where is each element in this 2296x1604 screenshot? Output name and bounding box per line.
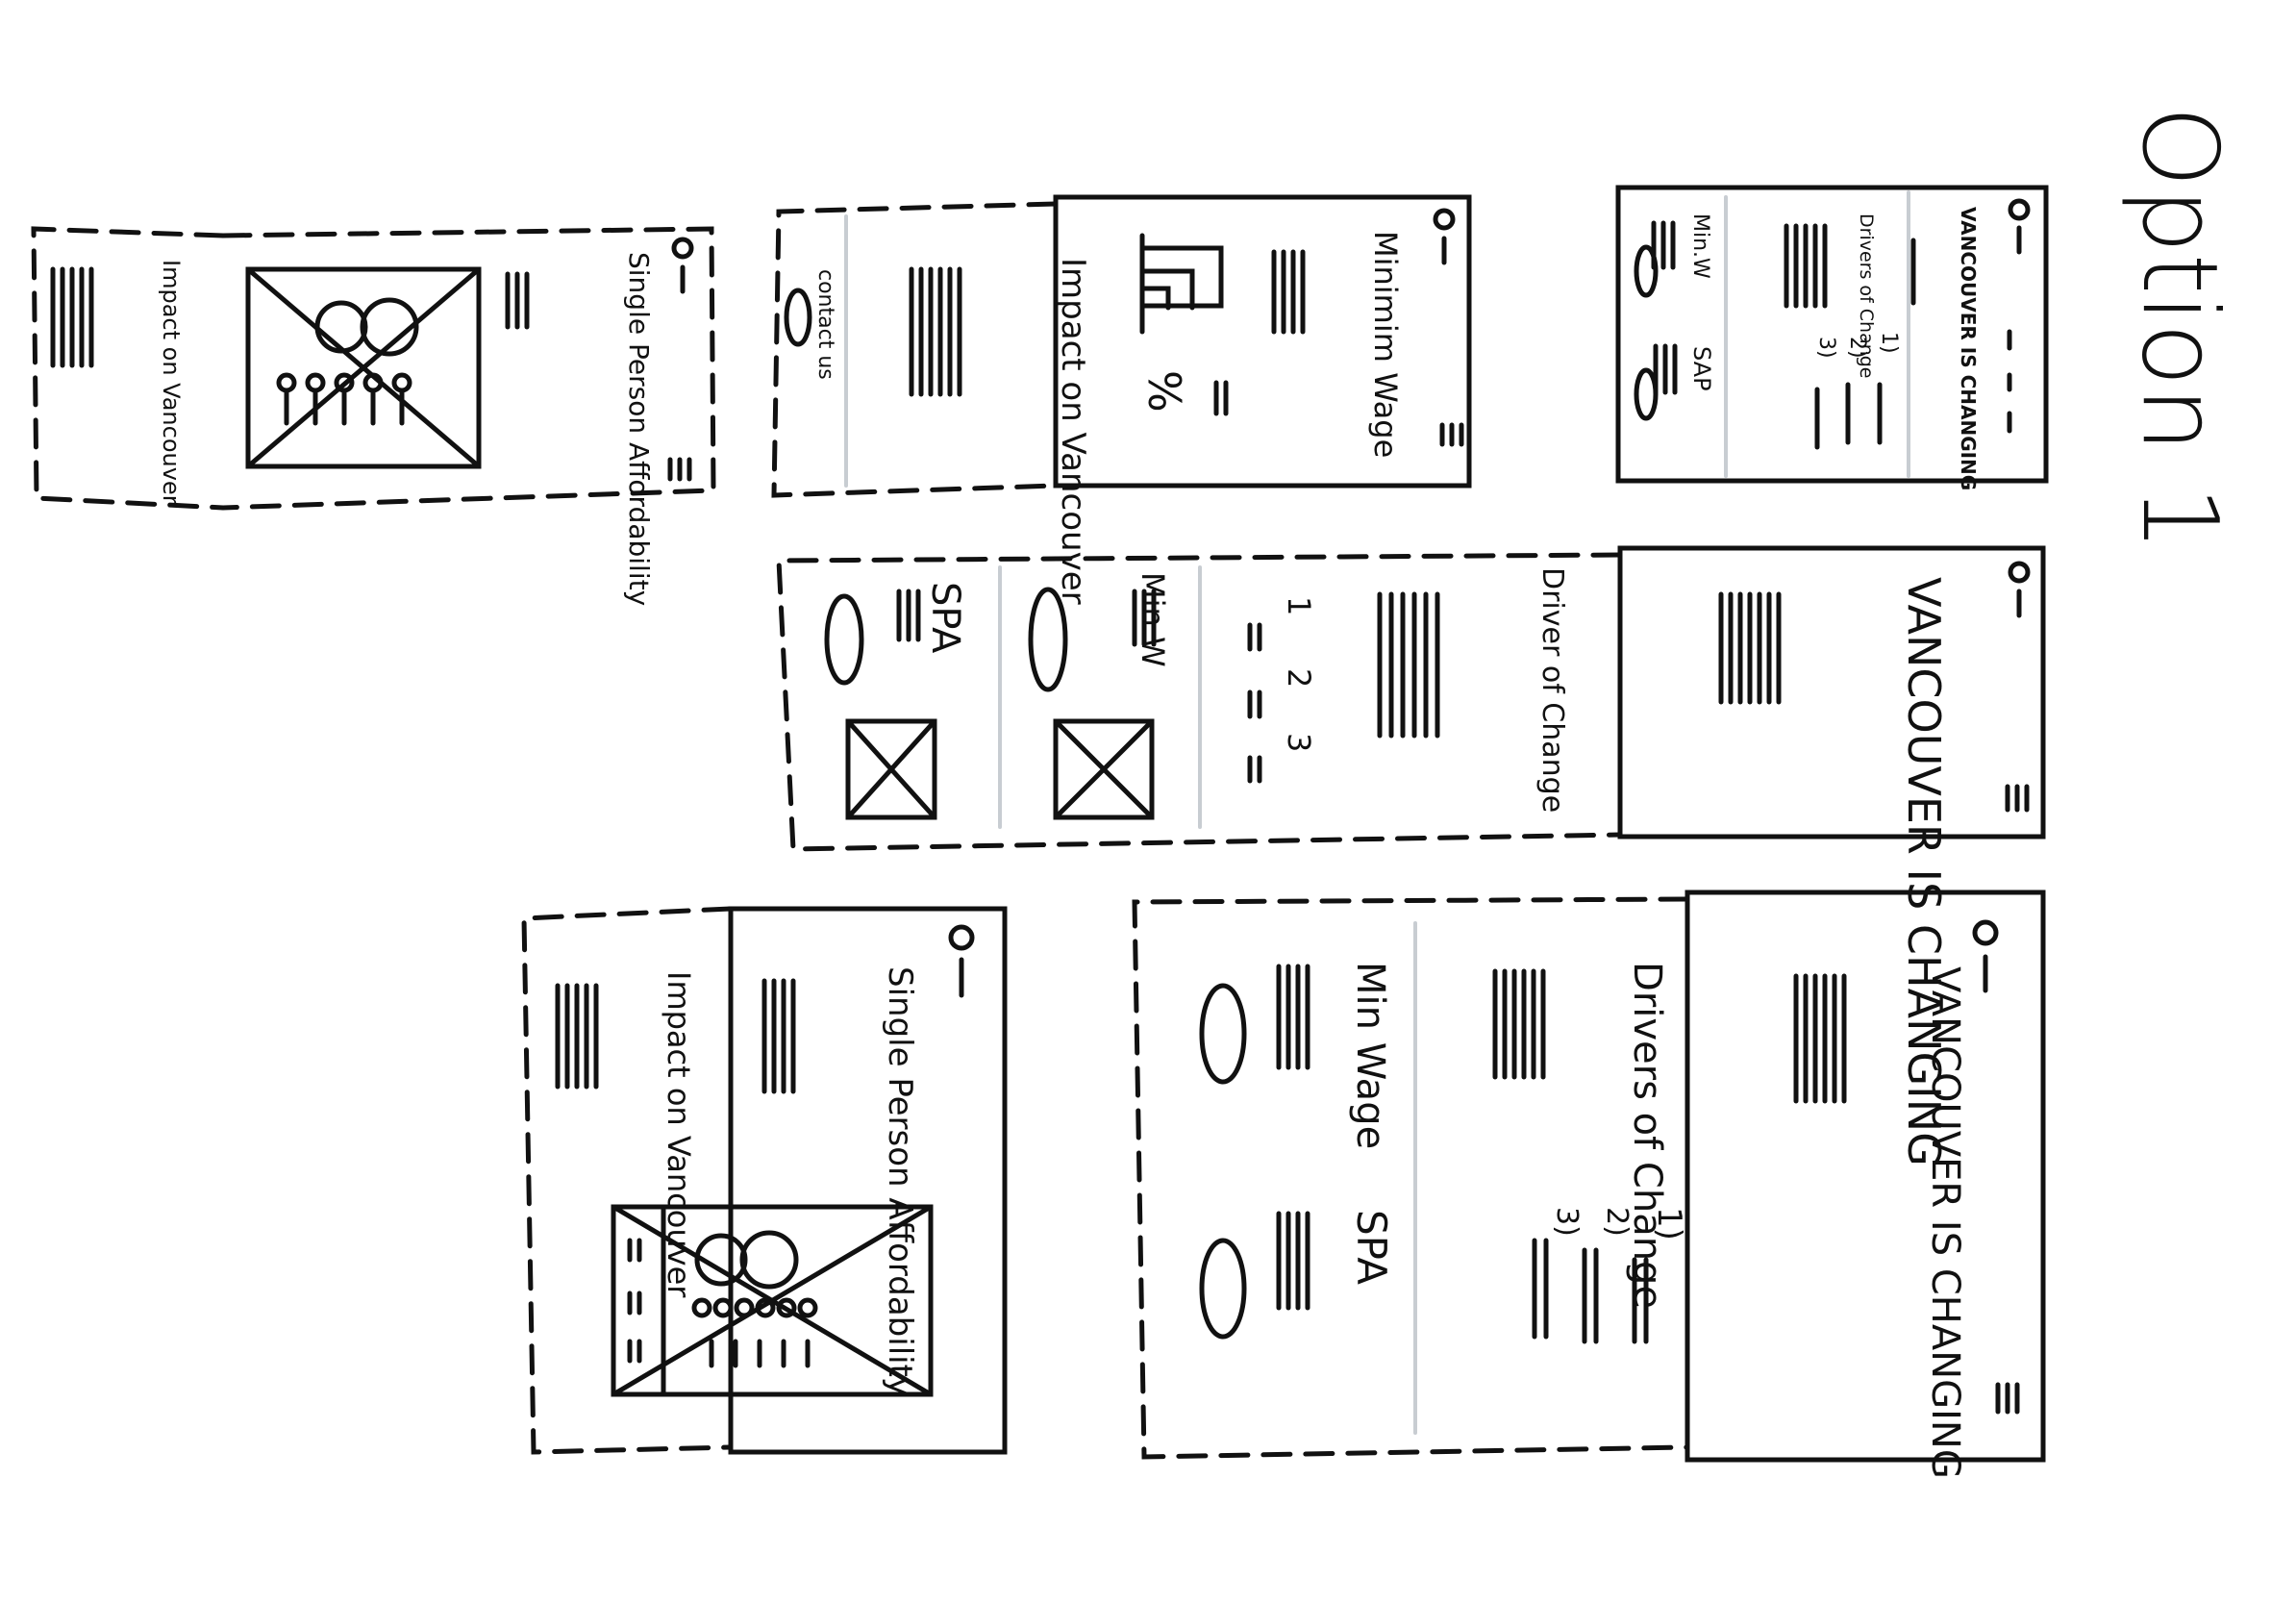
section-heading: Driver of Change — [1535, 567, 1569, 813]
list-number: 3 — [1281, 733, 1317, 752]
section-heading: Drivers of Change — [1625, 962, 1669, 1309]
percent-label: % — [1138, 370, 1190, 413]
list-number: 2 — [1281, 668, 1317, 688]
section-heading: SPA — [1348, 1210, 1395, 1285]
list-number: 3) — [1814, 337, 1838, 359]
section-heading: Impact on Vancouver — [661, 971, 697, 1298]
list-number: 2) — [1845, 337, 1869, 359]
list-number: 1) — [1650, 1207, 1688, 1241]
screen-title: VANCOUVER IS CHANGING — [1957, 207, 1980, 490]
screen-title: Single Person Affordability — [623, 252, 655, 606]
section-heading: Min.W — [1135, 572, 1171, 667]
section-heading: Min.W — [1688, 213, 1712, 279]
section-heading: SAP — [1688, 346, 1715, 391]
list-number: 2) — [1600, 1207, 1634, 1237]
section-heading: Impact on Vancouver — [158, 260, 185, 505]
section-heading: Min Wage — [1348, 962, 1392, 1149]
list-number: 3) — [1550, 1207, 1584, 1237]
option-title: Option 1 — [2119, 106, 2239, 551]
option-title-text: Option 1 — [2119, 106, 2239, 551]
screen-title: Single Person Affordability — [881, 966, 919, 1396]
section-heading: Impact on Vancouver — [1054, 258, 1092, 605]
section-heading: SPA — [923, 582, 967, 654]
sketch-canvas: Option 1 VANCOUVER IS CHANGING Drivers o… — [0, 0, 2296, 1604]
list-number: 1 — [1281, 596, 1317, 615]
list-number: 1) — [1877, 332, 1901, 354]
screen-title: Minimim Wage — [1367, 231, 1404, 458]
screen-title: VANCOUVER IS CHANGING — [1923, 966, 1967, 1479]
contact-label: contact us — [813, 269, 837, 380]
